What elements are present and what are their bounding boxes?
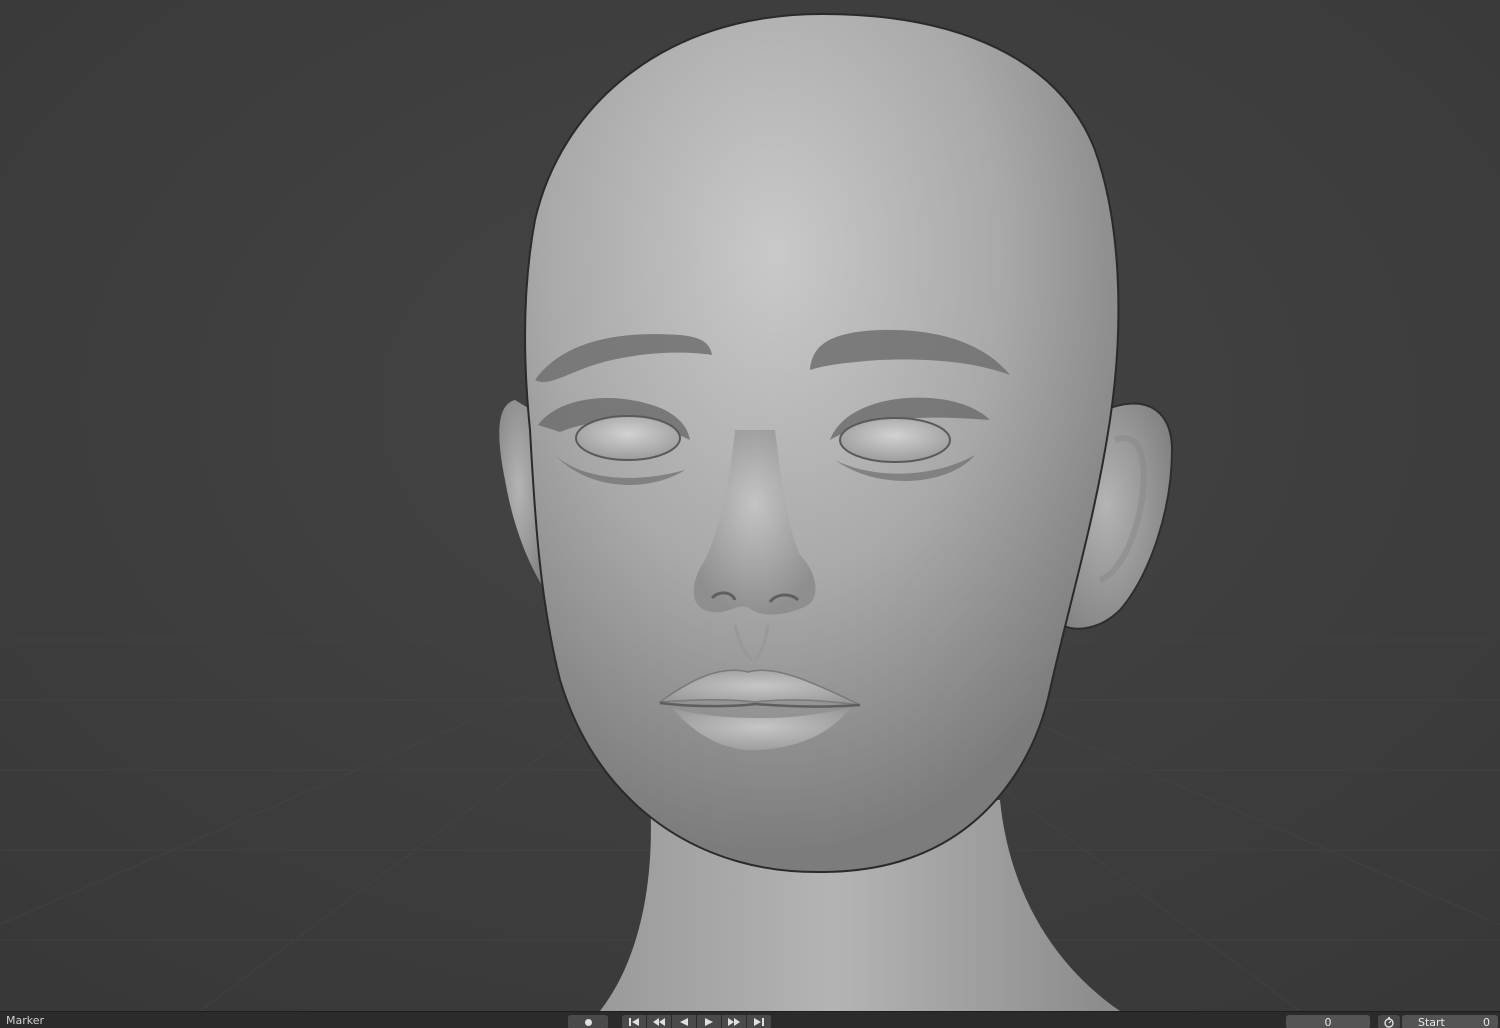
viewport-scene (0, 0, 1500, 1011)
play-icon (705, 1018, 713, 1026)
current-frame-field[interactable]: 0 (1286, 1015, 1370, 1028)
jump-to-start-button[interactable] (622, 1015, 646, 1028)
model-eye-left (575, 415, 681, 461)
start-frame-value: 0 (1483, 1016, 1490, 1028)
keyframe-controls[interactable] (568, 1015, 608, 1028)
blender-window: Marker 0 Start 0 (0, 0, 1500, 1028)
start-frame-label: Start (1418, 1016, 1445, 1028)
stopwatch-icon (1384, 1017, 1394, 1028)
jump-to-end-button[interactable] (747, 1015, 771, 1028)
next-keyframe-button[interactable] (722, 1015, 746, 1028)
start-frame-field[interactable]: Start 0 (1402, 1015, 1498, 1028)
playback-controls (622, 1015, 772, 1028)
next-keyframe-icon (728, 1018, 740, 1026)
play-button[interactable] (697, 1015, 721, 1028)
jump-to-start-icon (629, 1018, 639, 1026)
timeline-header: Marker 0 Start 0 (0, 1011, 1500, 1028)
play-reverse-icon (680, 1018, 688, 1026)
3d-viewport[interactable] (0, 0, 1500, 1011)
stopwatch-button[interactable] (1378, 1015, 1400, 1028)
jump-to-end-icon (754, 1018, 764, 1026)
marker-menu[interactable]: Marker (6, 1014, 44, 1028)
keyframe-record-icon[interactable] (584, 1018, 592, 1026)
play-reverse-button[interactable] (672, 1015, 696, 1028)
model-eye-right (839, 417, 951, 463)
previous-keyframe-icon (653, 1018, 665, 1026)
previous-keyframe-button[interactable] (647, 1015, 671, 1028)
